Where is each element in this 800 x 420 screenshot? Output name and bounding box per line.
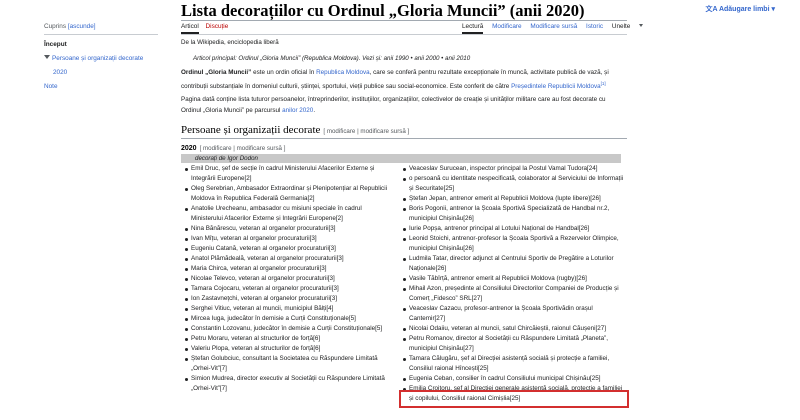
intro-text-1: este un ordin oficial în	[251, 69, 317, 76]
list-item: Mihail Azon, președinte al Consiliului D…	[402, 284, 624, 304]
reference-1[interactable]: [1]	[601, 81, 606, 86]
toc-hide-link[interactable]: [ascunde]	[68, 23, 96, 30]
subsection-heading-text: 2020	[181, 145, 197, 152]
tabs-divider	[181, 34, 627, 35]
list-item: Veaceslav Surucean, inspector principal …	[402, 164, 624, 174]
scope-paragraph: Pagina dată conține lista tuturor persoa…	[181, 95, 627, 116]
toc-divider	[44, 34, 158, 35]
add-languages-label: Adăugare limbi	[718, 6, 770, 13]
list-item: Maria Chirca, veteran al organelor procu…	[184, 264, 394, 274]
list-item: Petru Moraru, veteran al structurilor de…	[184, 334, 394, 344]
toc-item-inceput[interactable]: Început	[44, 40, 162, 49]
toc-item-persoane[interactable]: Persoane și organizații decorate	[44, 54, 162, 63]
chevron-down-icon: ▾	[771, 6, 775, 13]
hatnote: Articol principal: Ordinul „Gloria Munci…	[193, 55, 471, 62]
section-heading-text: Persoane și organizații decorate	[181, 124, 321, 136]
intro-bold: Ordinul „Gloria Muncii”	[181, 69, 252, 76]
list-item: Mircea Iuga, judecător în demisie a Curț…	[184, 314, 394, 324]
right-list-items: Veaceslav Surucean, inspector principal …	[402, 164, 624, 404]
tab-edit-source[interactable]: Modificare sursă	[530, 23, 577, 30]
subsection-heading: 2020[ modificare | modificare sursă ]	[181, 145, 285, 152]
list-item: Iurie Popșa, antrenor principal al Lotul…	[402, 224, 624, 234]
section-divider	[181, 138, 627, 139]
link-presedintele[interactable]: Președintele Republicii Moldova	[511, 83, 601, 90]
title-divider	[181, 20, 627, 21]
toc-item-persoane-label: Persoane și organizații decorate	[52, 55, 144, 62]
page-title: Lista decorațiilor cu Ordinul „Gloria Mu…	[181, 1, 585, 20]
list-item: Emil Druc, șef de secție în cadrul Minis…	[184, 164, 394, 184]
toc-item-note[interactable]: Note	[44, 82, 162, 91]
tools-label: Unelte	[611, 23, 631, 30]
tab-discussion[interactable]: Discuție	[206, 23, 229, 30]
intro-paragraph: Ordinul „Gloria Muncii” este un ordin of…	[181, 68, 627, 92]
list-item: Veaceslav Cazacu, profesor-antrenor la Ș…	[402, 304, 624, 324]
list-item: Valeriu Plopa, veteran al structurilor d…	[184, 344, 394, 354]
chevron-down-icon	[639, 24, 644, 27]
tools-menu[interactable]: Unelte	[612, 23, 650, 30]
list-item: Nina Bănărescu, veteran al organelor pro…	[184, 224, 394, 234]
list-item: Ștefan Golubciuc, consultant la Societat…	[184, 354, 394, 374]
decorated-by-bar: decorați de Igor Dodon	[181, 154, 621, 163]
add-languages-button[interactable]: 文A Adăugare limbi ▾	[705, 4, 775, 14]
site-tagline: De la Wikipedia, enciclopedia liberă	[181, 39, 279, 46]
tab-edit[interactable]: Modificare	[492, 23, 521, 30]
list-item: Serghei Vitiuc, veteran al muncii, munic…	[184, 304, 394, 314]
list-item: Constantin Lozovanu, judecător în demisi…	[184, 324, 394, 334]
tab-article[interactable]: Articol	[181, 23, 199, 34]
list-item: Eugenia Ceban, consilier în cadrul Consi…	[402, 374, 624, 384]
scope-end: .	[313, 106, 316, 114]
tab-history[interactable]: Istoric	[586, 23, 603, 30]
translate-icon: 文A	[705, 6, 718, 13]
toc-item-2020[interactable]: 2020	[44, 68, 162, 77]
view-tabs: Lectură Modificare Modificare sursă Isto…	[462, 23, 657, 34]
list-item: Vasile Tăbîrță, antrenor emerit al Repub…	[402, 274, 624, 284]
section-edit-links[interactable]: [ modificare | modificare sursă ]	[323, 128, 409, 135]
list-item: Ivan Mîțu, veteran al organelor procurat…	[184, 234, 394, 244]
list-item: Ludmila Tatar, director adjunct al Centr…	[402, 254, 624, 274]
list-item: Boris Pogonii, antrenor la Școala Sporti…	[402, 204, 624, 224]
list-item: Anatolie Urecheanu, ambasador cu misiuni…	[184, 204, 394, 224]
chevron-down-icon[interactable]	[44, 55, 50, 59]
list-item: o persoană cu identitate nespecificată, …	[402, 174, 624, 194]
list-item: Nicolai Odaiiu, veteran al muncii, satul…	[402, 324, 624, 334]
list-item: Eugeniu Catană, veteran al organelor pro…	[184, 244, 394, 254]
list-item: Nicolae Televco, veteran al organelor pr…	[184, 274, 394, 284]
right-list: Veaceslav Surucean, inspector principal …	[402, 164, 624, 404]
list-item: Simion Mudrea, director executiv al Soci…	[184, 374, 394, 394]
left-list: Emil Druc, șef de secție în cadrul Minis…	[184, 164, 394, 394]
list-item: Ștefan Jepan, antrenor emerit al Republi…	[402, 194, 624, 204]
subsection-edit-links[interactable]: [ modificare | modificare sursă ]	[200, 145, 286, 152]
table-of-contents: Cuprins [ascunde] Început Persoane și or…	[44, 22, 162, 91]
list-item: Anatol Plămădeală, veteran al organelor …	[184, 254, 394, 264]
list-item: Ion Zastavnețchi, veteran al organelor p…	[184, 294, 394, 304]
decorated-by-text: decorați de Igor Dodon	[195, 155, 258, 162]
namespace-tabs: Articol Discuție	[181, 23, 233, 34]
left-list-items: Emil Druc, șef de secție în cadrul Minis…	[184, 164, 394, 394]
list-item: Tamara Călugăru, șef al Direcției asiste…	[402, 354, 624, 374]
toc-title-label: Cuprins	[44, 23, 67, 30]
link-republica-moldova[interactable]: Republica Moldova	[316, 69, 370, 76]
list-item: Petru Romanov, director al Societății cu…	[402, 334, 624, 354]
list-item: Tamara Cojocaru, veteran al organelor pr…	[184, 284, 394, 294]
tab-read[interactable]: Lectură	[462, 23, 484, 34]
list-item: Leonid Stoichi, antrenor-profesor la Șco…	[402, 234, 624, 254]
scope-text: Pagina dată conține lista tuturor persoa…	[181, 96, 606, 114]
link-anilor-2020[interactable]: anilor 2020	[282, 107, 313, 114]
toc-title: Cuprins [ascunde]	[44, 22, 162, 31]
list-item: Oleg Serebrian, Ambasador Extraordinar ș…	[184, 184, 394, 204]
sidebar: Cuprins [ascunde] Început Persoane și or…	[0, 0, 160, 420]
highlight-box	[399, 390, 629, 408]
section-heading: Persoane și organizații decorate[ modifi…	[181, 124, 409, 136]
